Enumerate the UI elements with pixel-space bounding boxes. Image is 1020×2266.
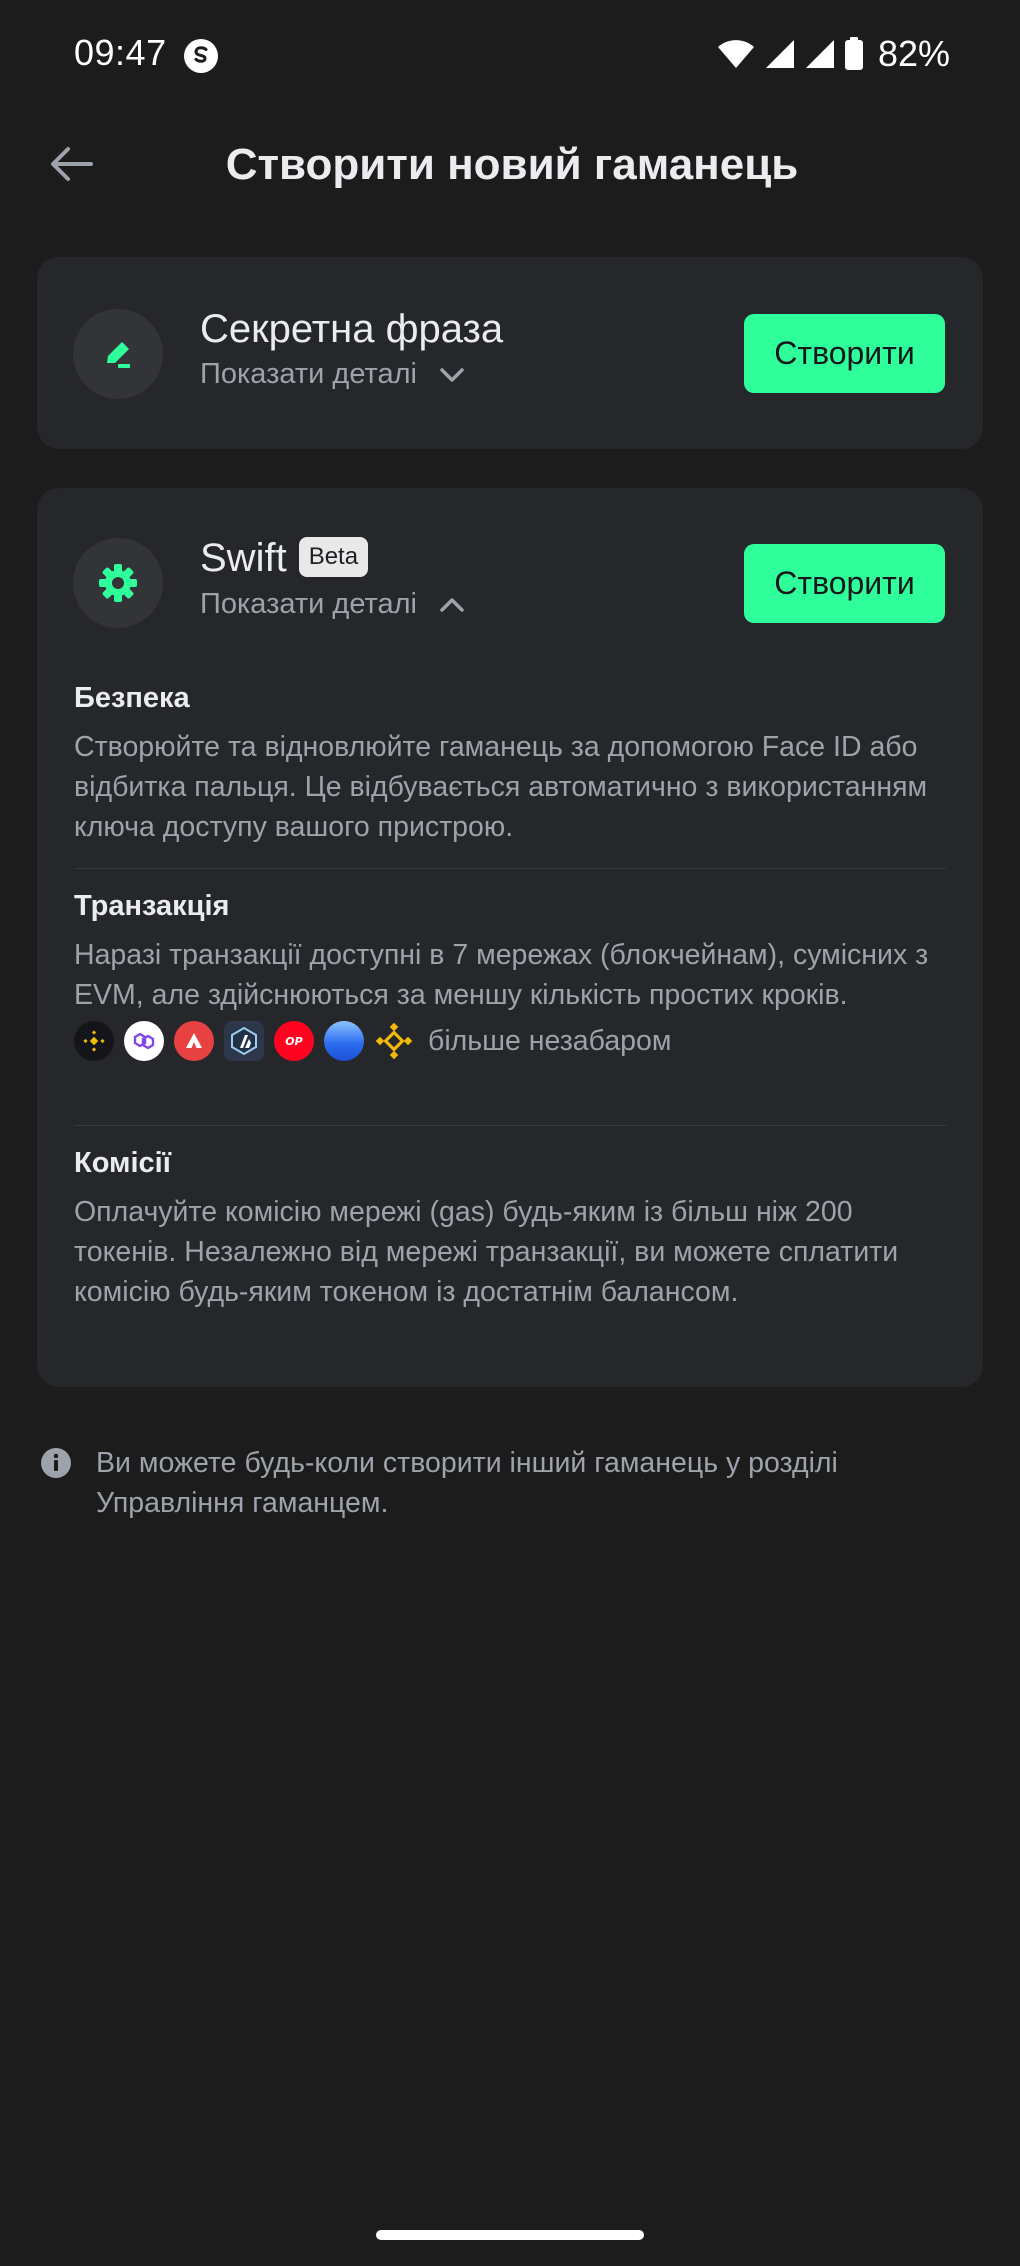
battery-icon <box>844 37 864 71</box>
secret-phrase-card: Секретна фраза Показати деталі Створити <box>37 257 983 449</box>
create-swift-button[interactable]: Створити <box>744 544 945 623</box>
bnb-icon <box>74 1021 114 1061</box>
info-note: Ви можете будь-коли створити інший гаман… <box>40 1443 960 1523</box>
home-indicator[interactable] <box>376 2230 644 2240</box>
app-s-icon <box>183 38 219 74</box>
opbnb-icon <box>374 1021 414 1061</box>
battery-percent: 82% <box>877 33 950 74</box>
status-icons: 82% <box>716 32 950 76</box>
svg-text:OP: OP <box>285 1035 302 1048</box>
info-text: Ви можете будь-коли створити інший гаман… <box>96 1447 838 1519</box>
transactions-body: Наразі транзакції доступні в 7 мережах (… <box>74 939 929 1011</box>
swift-title: Swift <box>200 536 287 580</box>
base-icon <box>324 1021 364 1061</box>
show-details-label: Показати деталі <box>200 358 417 390</box>
show-details-label: Показати деталі <box>200 588 417 620</box>
avalanche-icon <box>174 1021 214 1061</box>
hide-details-toggle[interactable]: Показати деталі <box>200 588 465 621</box>
chevron-up-icon <box>439 588 465 621</box>
fees-section: Комісії Оплачуйте комісію мережі (gas) б… <box>74 1147 946 1312</box>
signal-icon <box>804 38 836 70</box>
optimism-icon: OP <box>274 1021 314 1061</box>
security-section: Безпека Створюйте та відновлюйте гаманец… <box>74 682 946 847</box>
gear-badge-icon <box>73 538 163 628</box>
status-time: 09:47 <box>74 32 167 73</box>
swift-title-row: Swift Beta <box>200 536 369 581</box>
arbitrum-icon <box>224 1021 264 1061</box>
transactions-title: Транзакція <box>74 890 230 922</box>
fees-body: Оплачуйте комісію мережі (gas) будь-яким… <box>74 1196 899 1308</box>
secret-phrase-title: Секретна фраза <box>200 307 504 351</box>
beta-badge: Beta <box>298 536 369 577</box>
chevron-down-icon <box>439 358 465 391</box>
signal-icon <box>764 38 796 70</box>
pen-icon <box>73 309 163 399</box>
info-icon <box>40 1447 74 1523</box>
divider <box>74 868 946 869</box>
wifi-icon <box>716 38 756 70</box>
show-details-toggle[interactable]: Показати деталі <box>200 358 465 391</box>
swift-card: Swift Beta Показати деталі Створити Безп… <box>37 488 983 1387</box>
create-secret-phrase-button[interactable]: Створити <box>744 314 945 393</box>
page-title: Створити новий гаманець <box>225 140 799 189</box>
supported-chains: OP більше незабаром <box>74 1021 946 1061</box>
security-title: Безпека <box>74 682 190 714</box>
fees-title: Комісії <box>74 1147 171 1179</box>
security-body: Створюйте та відновлюйте гаманець за доп… <box>74 731 928 843</box>
transactions-section: Транзакція Наразі транзакції доступні в … <box>74 890 946 1061</box>
divider <box>74 1125 946 1126</box>
more-coming-label: більше незабаром <box>428 1024 672 1057</box>
polygon-icon <box>124 1021 164 1061</box>
status-bar: 09:47 82% <box>0 0 1020 110</box>
